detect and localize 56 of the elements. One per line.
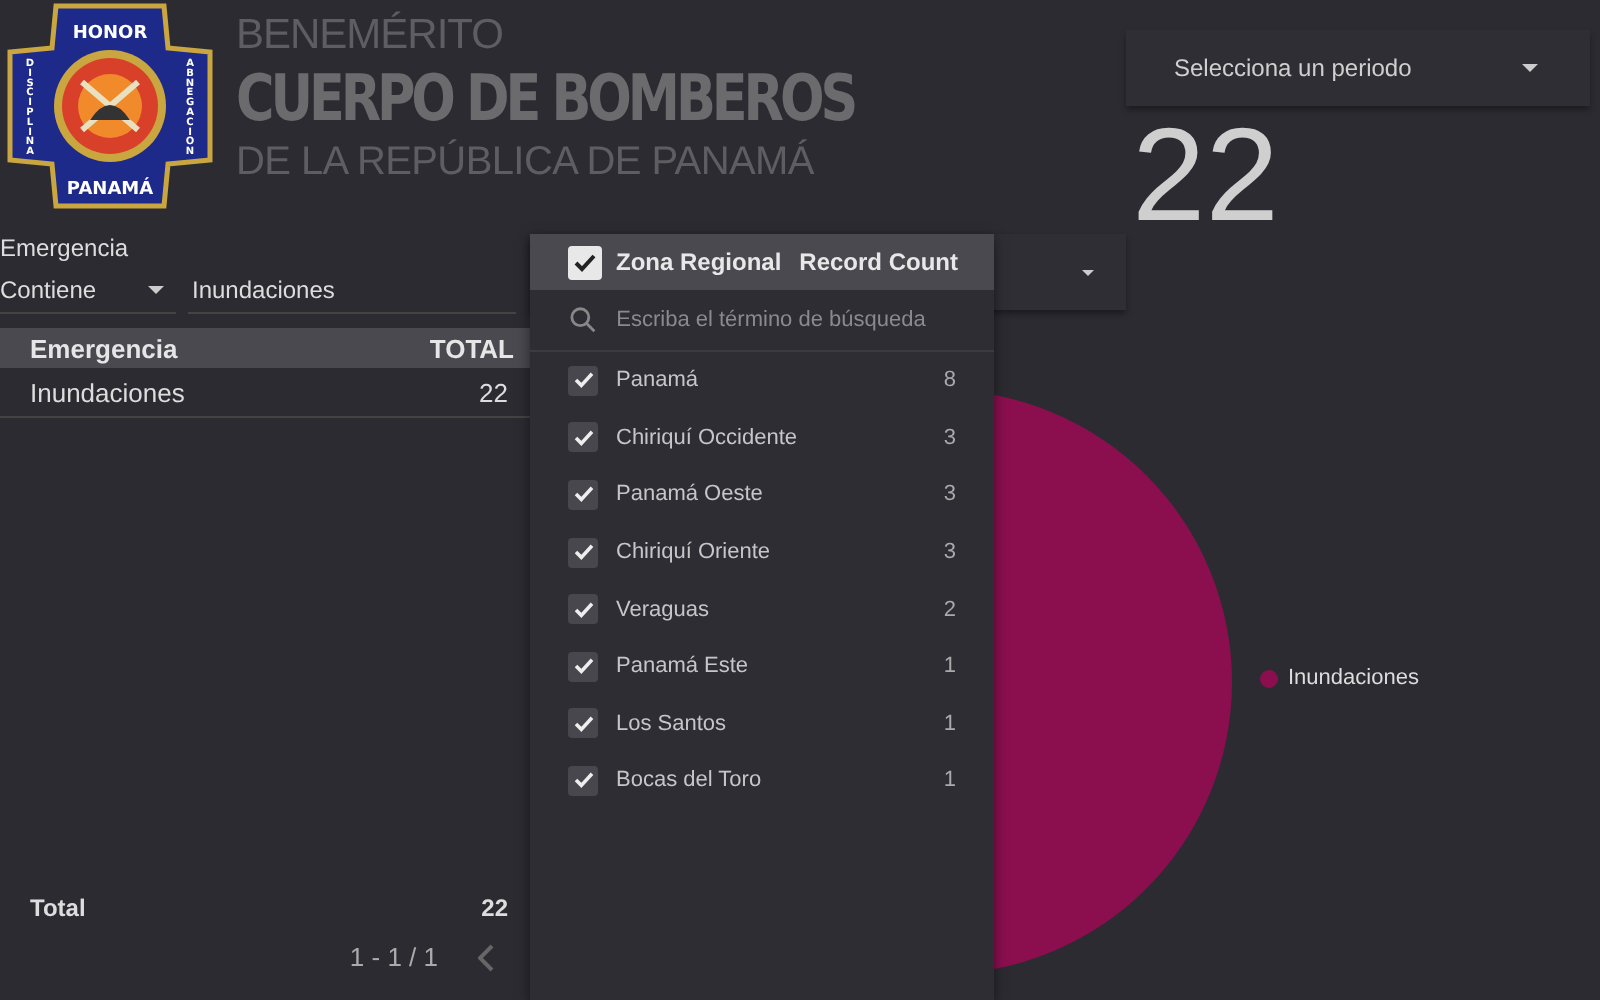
column-header: Record Count xyxy=(799,248,958,276)
caret-icon xyxy=(1522,64,1538,72)
table-cell: 22 xyxy=(479,377,508,407)
check-icon xyxy=(573,715,593,732)
caret-icon xyxy=(1082,269,1094,275)
option-label[interactable]: Chiriquí Oriente xyxy=(616,540,944,565)
check-icon xyxy=(573,658,593,675)
checkbox[interactable] xyxy=(568,594,598,625)
total-value: 22 xyxy=(481,894,508,926)
caret-icon xyxy=(148,285,164,293)
option-label[interactable]: Los Santos xyxy=(616,711,944,736)
checkbox[interactable] xyxy=(568,708,598,739)
check-icon xyxy=(573,772,593,789)
option-count: 1 xyxy=(943,768,956,793)
checkbox[interactable] xyxy=(568,479,598,510)
filter-input[interactable]: Inundaciones xyxy=(188,267,516,313)
filter-label: Emergencia xyxy=(0,232,131,266)
search-field[interactable]: Escriba el término de búsqueda xyxy=(612,306,958,334)
checkbox[interactable] xyxy=(568,422,598,453)
table-cell: Inundaciones xyxy=(30,377,185,407)
option-count: 1 xyxy=(943,711,956,736)
checkbox[interactable] xyxy=(568,245,602,279)
option-label[interactable]: Bocas del Toro xyxy=(616,768,944,793)
checkbox[interactable] xyxy=(568,365,598,396)
checkbox[interactable] xyxy=(568,765,598,796)
option-label[interactable]: Panamá xyxy=(616,368,944,393)
option-label[interactable]: Veraguas xyxy=(616,597,944,622)
scorecard-value: 22 xyxy=(1130,106,1281,242)
check-icon xyxy=(573,372,593,389)
check-icon xyxy=(573,429,593,446)
option-label[interactable]: Panamá Oeste xyxy=(616,482,944,507)
column-header[interactable]: Emergencia xyxy=(30,333,178,363)
checkbox[interactable] xyxy=(568,651,598,682)
option-count: 3 xyxy=(943,425,956,450)
check-icon xyxy=(573,601,593,618)
check-icon xyxy=(573,544,593,561)
column-header: Zona Regional xyxy=(616,248,784,276)
check-icon xyxy=(574,253,596,271)
column-header[interactable]: TOTAL xyxy=(429,333,514,363)
header-title: CUERPO DE BOMBEROS xyxy=(236,60,855,139)
option-count: 3 xyxy=(943,540,956,565)
operator-dropdown[interactable]: Contiene xyxy=(0,267,176,313)
page-indicator: 1 - 1 / 1 xyxy=(349,942,438,972)
period-dropdown[interactable]: Selecciona un periodo xyxy=(1126,30,1590,106)
search-icon xyxy=(570,306,597,334)
total-label: Total xyxy=(30,894,86,926)
option-count: 1 xyxy=(943,654,956,679)
option-label[interactable]: Panamá Este xyxy=(616,654,944,679)
checkbox[interactable] xyxy=(568,537,598,568)
option-count: 8 xyxy=(943,368,956,393)
check-icon xyxy=(573,486,593,503)
option-count: 2 xyxy=(943,597,956,622)
legend-label: Inundaciones xyxy=(1288,666,1419,690)
option-label[interactable]: Chiriquí Occidente xyxy=(616,425,944,450)
option-count: 3 xyxy=(943,482,956,507)
previous-page-icon[interactable] xyxy=(478,943,494,971)
